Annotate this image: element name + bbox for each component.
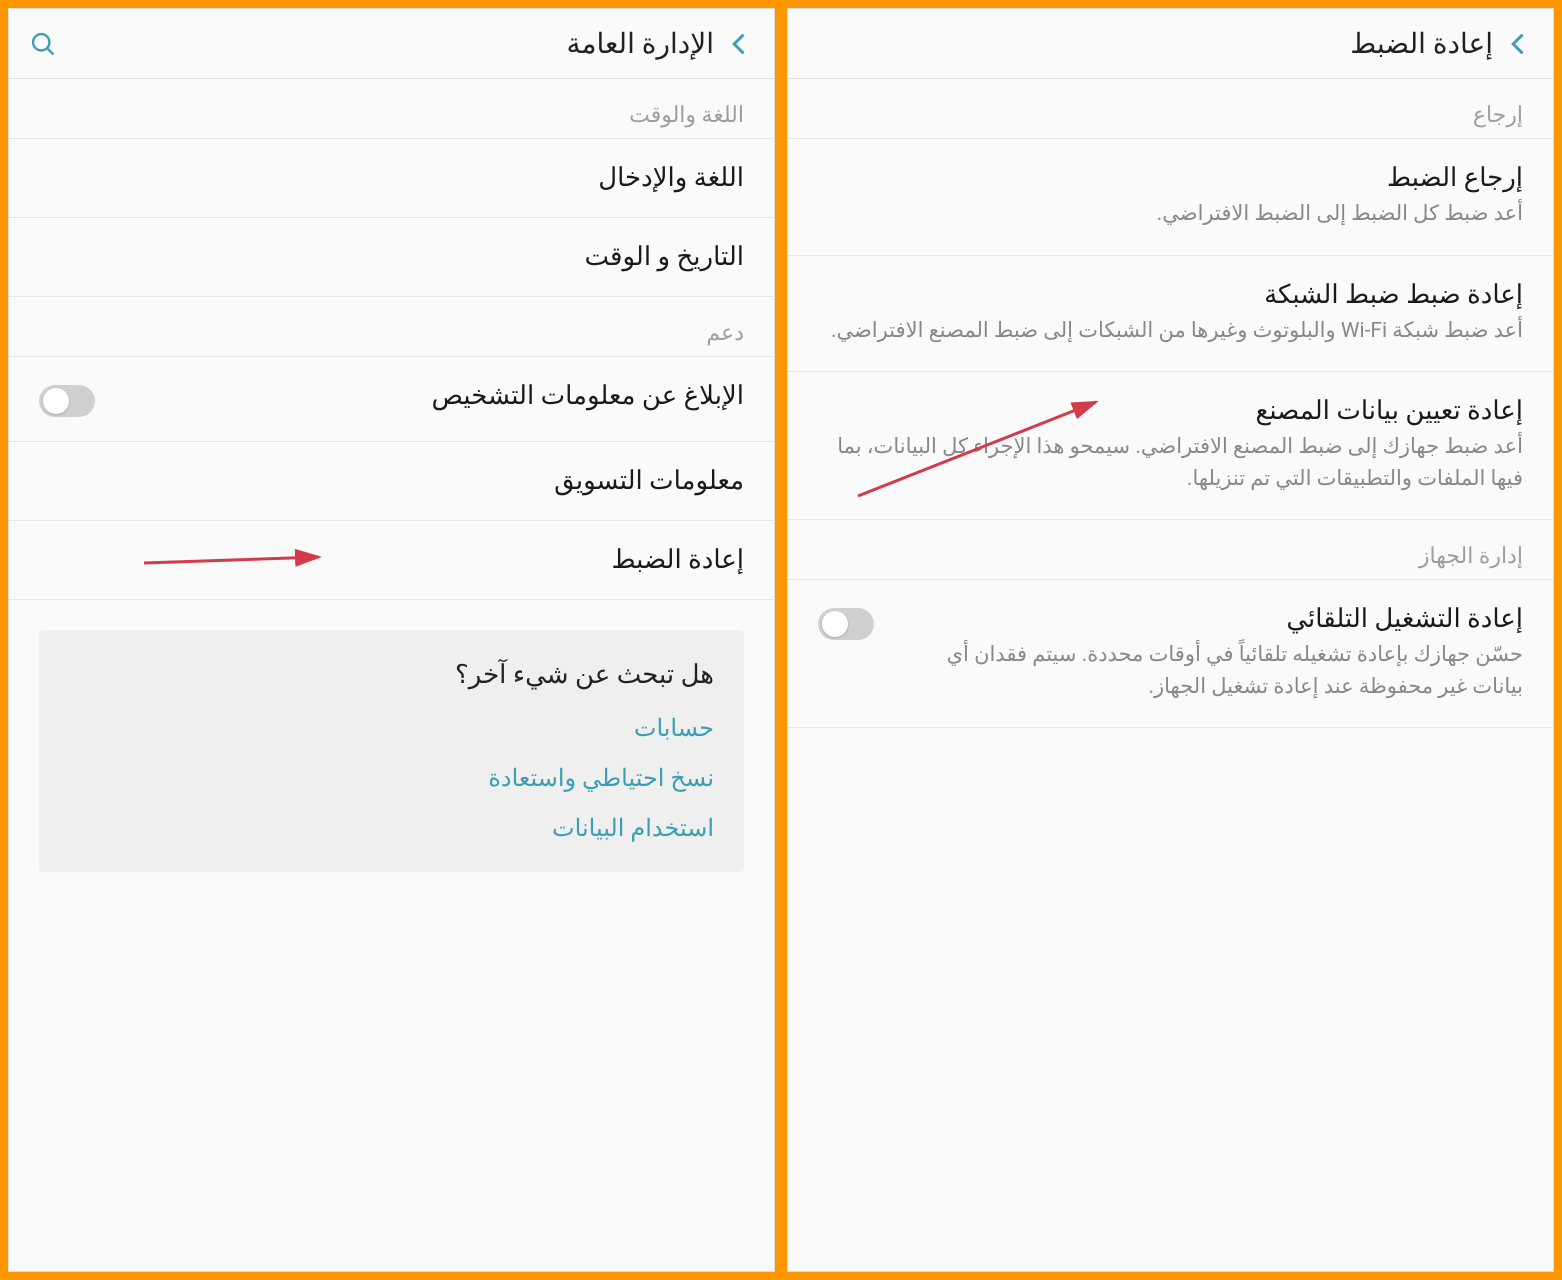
suggestions-box: هل تبحث عن شيء آخر؟ حسابات نسخ احتياطي و… xyxy=(39,630,744,872)
suggestion-accounts[interactable]: حسابات xyxy=(69,714,714,742)
item-description: حسّن جهازك بإعادة تشغيله تلقائياً في أوق… xyxy=(894,640,1523,703)
back-icon[interactable] xyxy=(1505,30,1533,58)
panel-reset: إعادة الضبط إرجاع إرجاع الضبط أعد ضبط كل… xyxy=(787,8,1554,1272)
content: إرجاع إرجاع الضبط أعد ضبط كل الضبط إلى ا… xyxy=(788,79,1553,1271)
back-icon[interactable] xyxy=(726,30,754,58)
item-reset-settings[interactable]: إرجاع الضبط أعد ضبط كل الضبط إلى الضبط ا… xyxy=(788,139,1553,256)
suggestion-data-usage[interactable]: استخدام البيانات xyxy=(69,814,714,842)
header: الإدارة العامة xyxy=(9,9,774,79)
item-description: أعد ضبط جهازك إلى ضبط المصنع الافتراضي. … xyxy=(818,432,1523,495)
item-label: إعادة التشغيل التلقائي xyxy=(894,604,1523,634)
section-language-time: اللغة والوقت xyxy=(9,79,774,139)
search-icon[interactable] xyxy=(29,30,57,58)
panel-general-management: الإدارة العامة اللغة والوقت اللغة والإدخ… xyxy=(8,8,775,1272)
header: إعادة الضبط xyxy=(788,9,1553,79)
item-diagnostics[interactable]: الإبلاغ عن معلومات التشخيص xyxy=(9,357,774,442)
suggestion-backup[interactable]: نسخ احتياطي واستعادة xyxy=(69,764,714,792)
item-language-input[interactable]: اللغة والإدخال xyxy=(9,139,774,218)
item-label: إعادة الضبط xyxy=(39,545,744,575)
page-title: إعادة الضبط xyxy=(808,27,1493,60)
item-label: معلومات التسويق xyxy=(39,466,744,496)
item-factory-reset[interactable]: إعادة تعيين بيانات المصنع أعد ضبط جهازك … xyxy=(788,372,1553,520)
content: اللغة والوقت اللغة والإدخال التاريخ و ال… xyxy=(9,79,774,1271)
toggle-auto-restart[interactable] xyxy=(818,608,874,640)
section-device-management: إدارة الجهاز xyxy=(788,520,1553,580)
item-auto-restart[interactable]: إعادة التشغيل التلقائي حسّن جهازك بإعادة… xyxy=(788,580,1553,728)
suggestions-title: هل تبحث عن شيء آخر؟ xyxy=(69,660,714,690)
item-marketing[interactable]: معلومات التسويق xyxy=(9,442,774,521)
item-reset-network[interactable]: إعادة ضبط ضبط الشبكة أعد ضبط شبكة Wi-Fi … xyxy=(788,256,1553,373)
section-restore: إرجاع xyxy=(788,79,1553,139)
toggle-diagnostics[interactable] xyxy=(39,385,95,417)
item-date-time[interactable]: التاريخ و الوقت xyxy=(9,218,774,297)
item-label: إعادة ضبط ضبط الشبكة xyxy=(818,280,1523,310)
page-title: الإدارة العامة xyxy=(57,27,714,60)
item-label: إعادة تعيين بيانات المصنع xyxy=(818,396,1523,426)
item-description: أعد ضبط شبكة Wi-Fi والبلوتوث وغيرها من ا… xyxy=(818,316,1523,348)
item-label: اللغة والإدخال xyxy=(39,163,744,193)
item-reset[interactable]: إعادة الضبط xyxy=(9,521,774,600)
item-label: الإبلاغ عن معلومات التشخيص xyxy=(115,381,744,411)
item-label: التاريخ و الوقت xyxy=(39,242,744,272)
item-description: أعد ضبط كل الضبط إلى الضبط الافتراضي. xyxy=(818,199,1523,231)
section-support: دعم xyxy=(9,297,774,357)
item-label: إرجاع الضبط xyxy=(818,163,1523,193)
